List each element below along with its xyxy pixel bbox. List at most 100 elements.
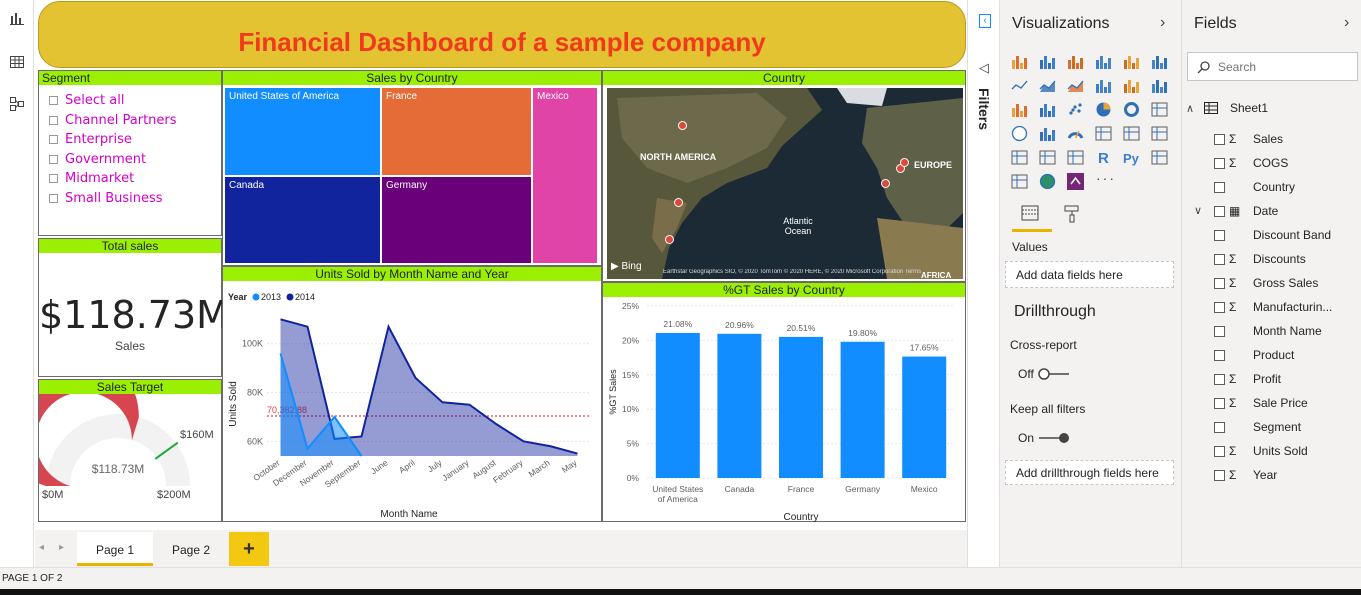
report-view-icon[interactable] [6, 10, 28, 32]
segment-option[interactable]: Enterprise [39, 130, 221, 150]
line-chart-icon[interactable] [1011, 77, 1028, 94]
field-checkbox[interactable] [1214, 422, 1225, 434]
treemap-cell[interactable]: United States of America [224, 87, 381, 176]
100-column-icon[interactable] [1151, 53, 1168, 70]
scatter-icon[interactable] [1067, 101, 1084, 118]
field-checkbox[interactable] [1214, 374, 1225, 386]
field-item[interactable]: Country [1214, 176, 1295, 198]
checkbox-icon[interactable] [49, 96, 58, 105]
add-page-button[interactable]: + [229, 532, 269, 566]
field-item[interactable]: Discount Band [1214, 224, 1331, 246]
segment-option[interactable]: Channel Partners [39, 111, 221, 131]
stacked-area-icon[interactable] [1067, 77, 1084, 94]
field-item[interactable]: Product [1214, 344, 1294, 366]
legend-marker[interactable] [286, 293, 294, 301]
checkbox-icon[interactable] [49, 115, 58, 125]
field-item[interactable]: Σ Profit [1214, 368, 1281, 390]
field-checkbox[interactable] [1214, 302, 1225, 314]
field-checkbox[interactable] [1214, 326, 1225, 338]
field-item[interactable]: Month Name [1214, 320, 1322, 342]
stacked-bar-icon[interactable] [1011, 53, 1028, 70]
field-item[interactable]: Σ Discounts [1214, 248, 1306, 270]
data-view-icon[interactable] [6, 54, 28, 76]
card-icon[interactable] [1095, 125, 1112, 142]
field-checkbox[interactable] [1214, 134, 1225, 146]
matrix-icon[interactable] [1067, 149, 1084, 166]
funnel-icon[interactable] [1039, 101, 1056, 118]
viz-more-icon[interactable]: ··· [1096, 170, 1116, 186]
map-bubble[interactable] [665, 235, 674, 244]
tab-next-icon[interactable]: ▸ [59, 542, 64, 553]
r-visual-icon[interactable]: R [1095, 149, 1112, 166]
gauge-icon[interactable] [1067, 125, 1084, 142]
segment-option[interactable]: Select all [39, 91, 221, 111]
segment-option[interactable]: Midmarket [39, 169, 221, 189]
map-bubble[interactable] [678, 121, 687, 130]
arcgis-icon[interactable] [1039, 173, 1056, 190]
legend-marker[interactable] [252, 293, 260, 301]
field-item[interactable]: Σ Gross Sales [1214, 272, 1318, 294]
stacked-column-icon[interactable] [1039, 53, 1056, 70]
line-column-icon[interactable] [1095, 77, 1112, 94]
treemap-cell[interactable]: Canada [224, 176, 381, 264]
map-bubble[interactable] [674, 198, 683, 207]
bar[interactable] [717, 333, 762, 478]
checkbox-icon[interactable] [49, 135, 58, 145]
legend-label[interactable]: 2014 [295, 292, 315, 302]
field-item[interactable]: Σ Sale Price [1214, 392, 1308, 414]
field-item[interactable]: Σ COGS [1214, 152, 1288, 174]
field-item[interactable]: Σ Year [1214, 464, 1277, 486]
fields-well-icon[interactable] [1020, 204, 1040, 224]
bar[interactable] [655, 332, 700, 478]
values-drop-zone[interactable]: Add data fields here [1005, 261, 1174, 288]
clustered-bar-icon[interactable] [1067, 53, 1084, 70]
treemap-cell[interactable]: Mexico [532, 87, 598, 264]
ribbon-chart-icon[interactable] [1151, 77, 1168, 94]
checkbox-icon[interactable] [49, 154, 58, 164]
checkbox-icon[interactable] [49, 174, 58, 184]
treemap-cell[interactable]: Germany [381, 176, 532, 264]
legend-label[interactable]: 2013 [261, 292, 281, 302]
map-bubble[interactable] [881, 179, 890, 188]
clustered-column-icon[interactable] [1095, 53, 1112, 70]
bar[interactable] [779, 336, 823, 478]
drillthrough-drop-zone[interactable]: Add drillthrough fields here [1005, 460, 1174, 485]
fields-expand-chevron-icon[interactable]: › [1344, 14, 1349, 32]
bar[interactable] [840, 341, 885, 478]
model-view-icon[interactable] [6, 96, 28, 118]
segment-option[interactable]: Government [39, 150, 221, 170]
pie-icon[interactable] [1095, 101, 1112, 118]
key-influencers-icon[interactable] [1151, 149, 1168, 166]
tab-page-1[interactable]: Page 1 [77, 532, 153, 566]
keep-filters-toggle[interactable] [1038, 432, 1070, 444]
field-checkbox[interactable] [1214, 158, 1225, 170]
line-clustered-icon[interactable] [1123, 77, 1140, 94]
collapse-chevron-icon[interactable]: ‹ [979, 14, 991, 28]
table-viz-icon[interactable] [1039, 149, 1056, 166]
field-checkbox[interactable] [1214, 230, 1225, 242]
slicer-icon[interactable] [1011, 149, 1028, 166]
field-item[interactable]: Σ Units Sold [1214, 440, 1308, 462]
country-map[interactable]: NORTH AMERICA EUROPE Atlantic Ocean AFRI… [607, 88, 963, 279]
treemap-cell[interactable]: France [381, 87, 532, 176]
fields-search-box[interactable] [1187, 52, 1358, 81]
field-checkbox[interactable] [1214, 350, 1225, 362]
python-visual-icon[interactable]: Py [1123, 149, 1140, 166]
field-checkbox[interactable] [1214, 398, 1225, 410]
field-item[interactable]: Σ Manufacturin... [1214, 296, 1332, 318]
filled-map-icon[interactable] [1039, 125, 1056, 142]
viz-expand-chevron-icon[interactable]: › [1160, 14, 1165, 32]
fields-search-input[interactable] [1218, 58, 1350, 76]
field-checkbox[interactable] [1214, 254, 1225, 266]
power-apps-icon[interactable] [1067, 173, 1084, 190]
table-collapse-chevron-icon[interactable]: ∧ [1186, 102, 1194, 115]
treemap-icon[interactable] [1151, 101, 1168, 118]
checkbox-icon[interactable] [49, 193, 58, 203]
field-item[interactable]: Σ Sales [1214, 128, 1283, 150]
100-bar-icon[interactable] [1123, 53, 1140, 70]
bar[interactable] [902, 356, 947, 478]
field-item[interactable]: Segment [1214, 416, 1301, 438]
format-paint-roller-icon[interactable] [1062, 204, 1082, 224]
waterfall-icon[interactable] [1011, 101, 1028, 118]
area-chart-icon[interactable] [1039, 77, 1056, 94]
